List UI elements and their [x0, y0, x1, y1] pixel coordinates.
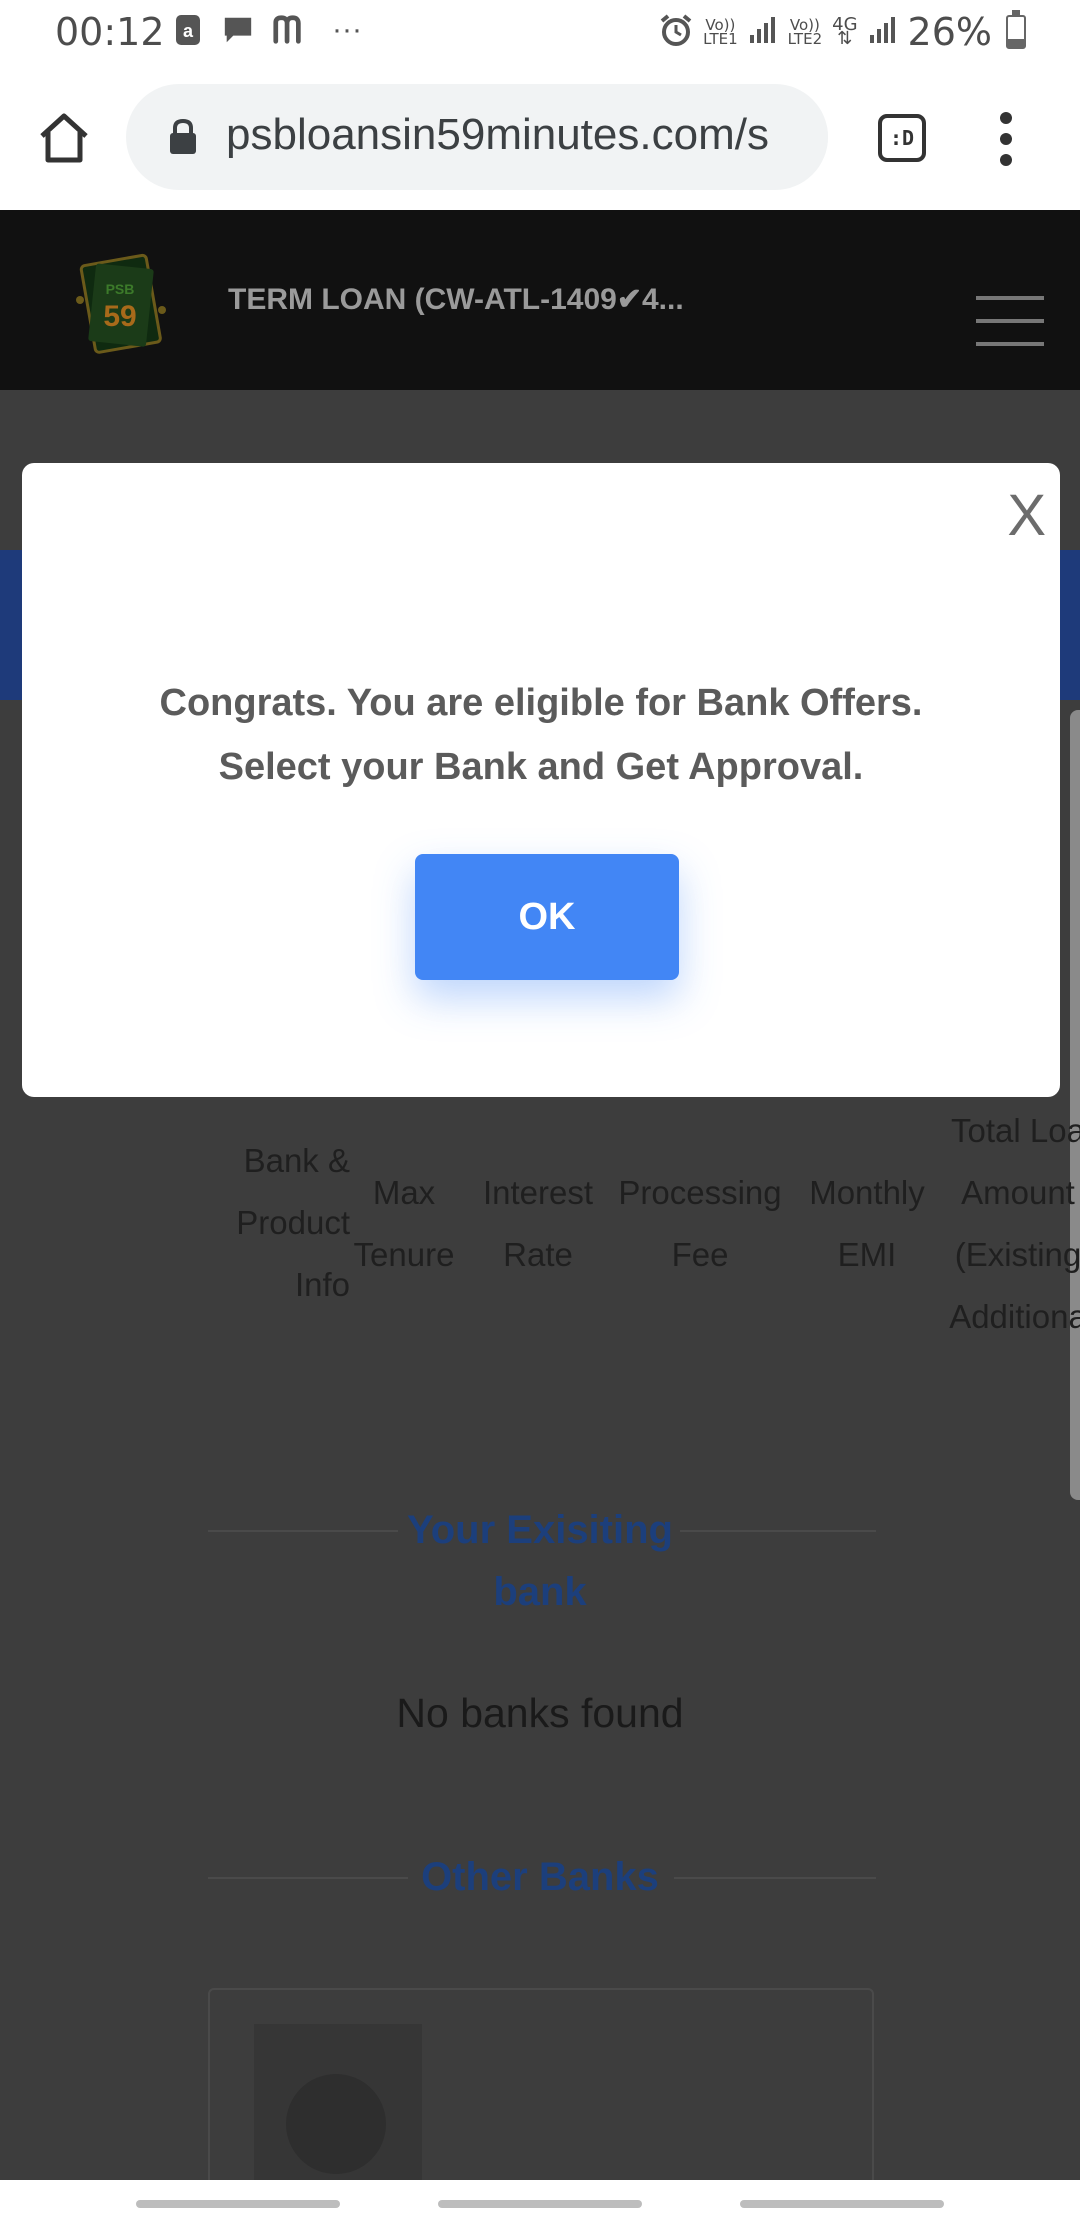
psb59-logo[interactable]: PSB 59 [70, 250, 170, 360]
url-bar[interactable]: psbloansin59minutes.com/s [126, 84, 828, 190]
notification-icons: a ··· [172, 12, 372, 48]
network1-label: Vo)) LTE1 [703, 18, 738, 48]
section-other-banks: Other Banks [421, 1855, 659, 1899]
battery-fill [1008, 39, 1024, 47]
amazon-icon: a [172, 12, 204, 48]
col3-line0: Processing [618, 1174, 782, 1211]
nav-home[interactable] [438, 2200, 642, 2208]
nav-back[interactable] [740, 2200, 944, 2208]
col5-line0: Total Loa [951, 1112, 1080, 1149]
more-vert-icon[interactable] [994, 112, 1018, 166]
logo-text-top: PSB [106, 281, 135, 297]
col0-line1: Product [236, 1204, 350, 1241]
modal-message: Congrats. You are eligible for Bank Offe… [22, 671, 1060, 799]
column-total-loan-amount: Total Loa Amount (Existing Additiona [938, 1100, 1080, 1348]
network2-label: Vo)) LTE2 [787, 18, 823, 48]
status-bar: 00:12 a ··· Vo)) LTE1 Vo)) LTE2 4G ⇅ 26% [0, 0, 1080, 68]
bank-logo-circle [286, 2074, 386, 2174]
table-header: Bank & Product Info Max Tenure Interest … [200, 1112, 1080, 1350]
more-notifications-icon: ··· [332, 13, 362, 46]
col3-line1: Fee [671, 1236, 729, 1273]
col5-line2: (Existing [954, 1236, 1080, 1273]
col2-line1: Rate [503, 1236, 573, 1273]
column-monthly-emi: Monthly EMI [800, 1162, 934, 1286]
lock-icon[interactable] [168, 118, 198, 156]
col5-line3: Additiona [949, 1298, 1080, 1335]
col4-line1: EMI [837, 1236, 897, 1273]
column-processing-fee: Processing Fee [608, 1162, 792, 1286]
network-type: 4G ⇅ [832, 16, 857, 48]
message-icon [222, 12, 254, 48]
column-max-tenure: Max Tenure [348, 1162, 460, 1286]
col0-line0: Bank & [243, 1142, 350, 1179]
logo-number: 59 [103, 300, 136, 333]
nav-recents[interactable] [136, 2200, 340, 2208]
svg-text:a: a [183, 21, 194, 41]
status-right: Vo)) LTE1 Vo)) LTE2 4G ⇅ 26% [659, 10, 1026, 54]
column-interest-rate: Interest Rate [470, 1162, 606, 1286]
network2-bottom: LTE2 [787, 30, 823, 48]
signal-icon-2 [868, 15, 898, 50]
tab-switcher-icon[interactable]: :D [878, 114, 926, 162]
column-bank-product-info: Bank & Product Info [200, 1130, 350, 1316]
bank-card[interactable] [208, 1988, 874, 2180]
myntra-icon [272, 12, 304, 48]
col4-line0: Monthly [809, 1174, 925, 1211]
no-banks-message: No banks found [396, 1690, 684, 1736]
signal-icon [748, 15, 778, 50]
battery-percent: 26% [907, 10, 992, 54]
modal-message-line1: Congrats. You are eligible for Bank Offe… [159, 682, 923, 724]
status-time: 00:12 [55, 10, 165, 54]
url-text[interactable]: psbloansin59minutes.com/s [226, 110, 769, 160]
site-header: PSB 59 TERM LOAN (CW-ATL-1409✔4... [0, 210, 1080, 390]
alarm-icon [659, 13, 693, 52]
col1-line1: Tenure [353, 1236, 455, 1273]
existing-bank-line2: bank [493, 1570, 587, 1614]
bank-logo [254, 2024, 422, 2180]
col2-line0: Interest [482, 1174, 594, 1211]
col5-line1: Amount [961, 1174, 1075, 1211]
modal-message-line2: Select your Bank and Get Approval. [218, 746, 864, 788]
eligibility-modal: X Congrats. You are eligible for Bank Of… [22, 463, 1060, 1097]
col1-line0: Max [372, 1174, 436, 1211]
ok-button[interactable]: OK [415, 854, 679, 980]
existing-bank-line1: Your Exisiting [407, 1508, 673, 1552]
home-icon[interactable] [34, 108, 94, 168]
hamburger-icon[interactable] [976, 296, 1044, 346]
network1-bottom: LTE1 [703, 30, 738, 48]
system-nav-bar [0, 2180, 1080, 2220]
section-existing-bank: Your Exisiting bank [0, 1499, 1080, 1623]
battery-icon [1006, 10, 1026, 49]
col0-line2: Info [294, 1266, 350, 1303]
page-title: TERM LOAN (CW-ATL-1409✔4... [228, 283, 684, 316]
close-button[interactable]: X [1007, 487, 1046, 545]
browser-toolbar: psbloansin59minutes.com/s :D [0, 68, 1080, 210]
url-fade [788, 84, 828, 190]
